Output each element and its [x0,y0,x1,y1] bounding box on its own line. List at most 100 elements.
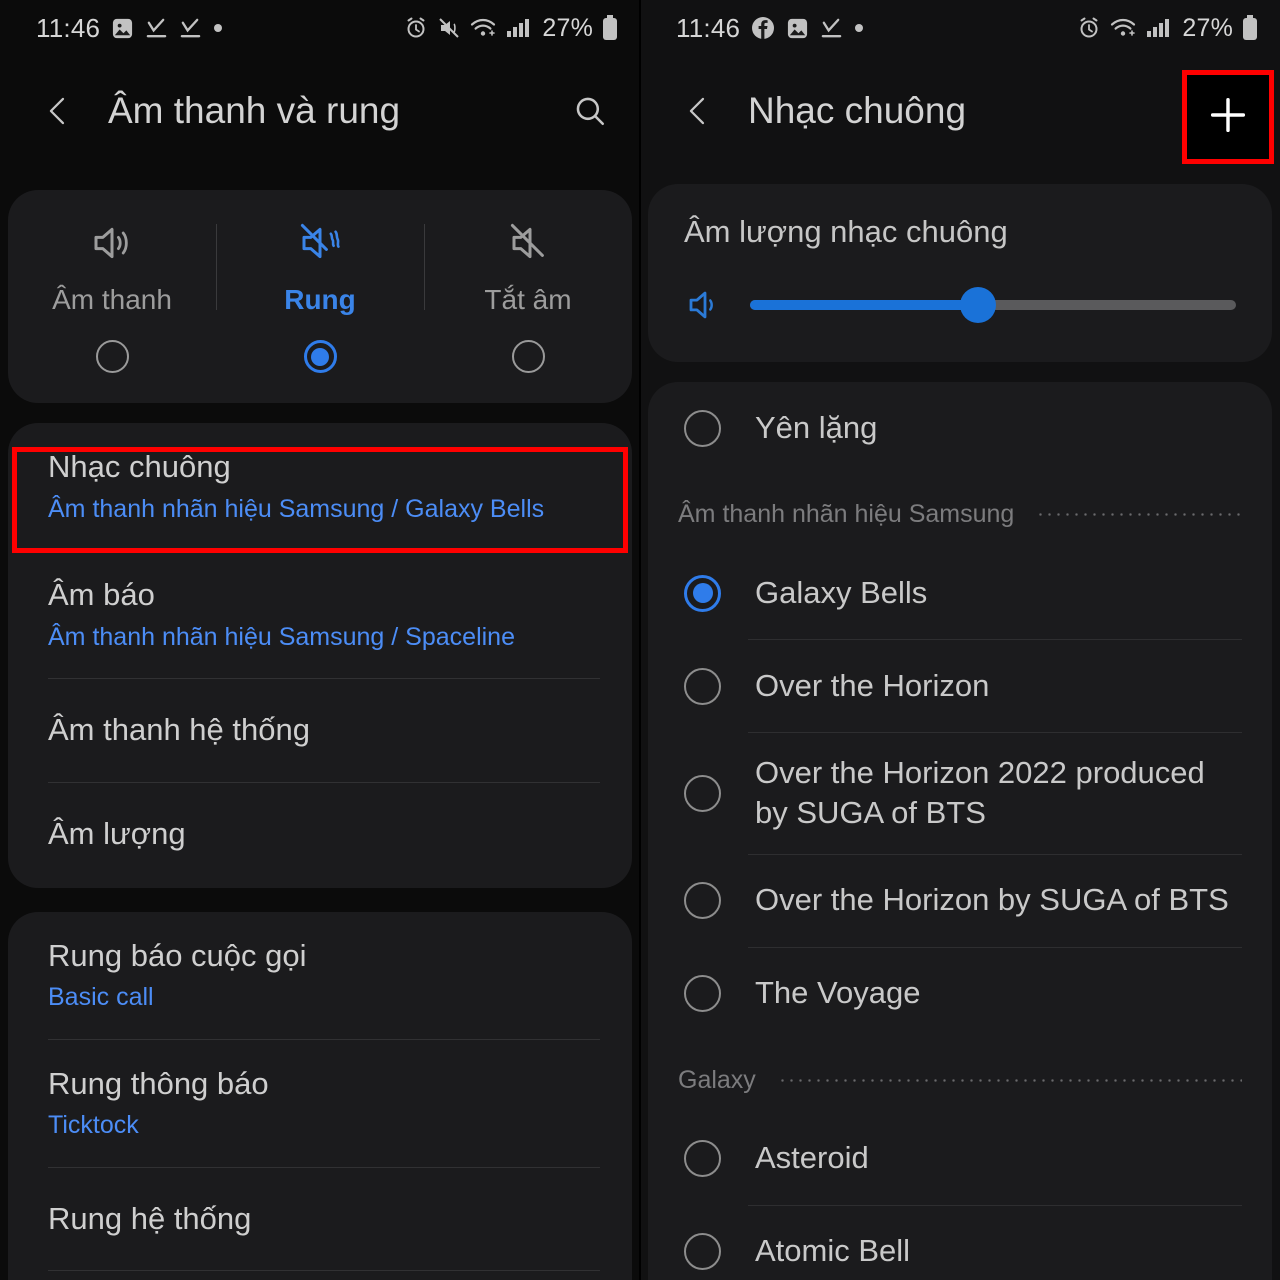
back-icon[interactable] [674,87,722,135]
ringtone-label: The Voyage [755,975,921,1011]
sound-mode-card: Âm thanh Rung Tắt âm [8,190,632,403]
panel-divider [639,0,641,1280]
radio-mute[interactable] [511,340,545,373]
ringtone-option-row[interactable]: The Voyage [648,948,1272,1040]
item-title: Rung hệ thống [48,1200,252,1236]
ringtone-list-card: Yên lặng Âm thanh nhãn hiệu Samsung Galaxy… [648,382,1272,1280]
radio-unselected[interactable] [684,774,721,812]
volume-title: Âm lượng nhạc chuông [684,214,1008,249]
sound-mode-mute[interactable]: Tắt âm [424,216,632,316]
battery-percent: 27% [1182,13,1233,42]
status-time: 11:46 [36,12,101,43]
settings-item-notification-vibration[interactable]: Rung thông báo Ticktock [8,1040,632,1167]
settings-item-ringtone[interactable]: Nhạc chuông Âm thanh nhãn hiệu Samsung /… [8,423,632,550]
back-icon[interactable] [34,87,82,135]
sound-mode-options: Âm thanh Rung Tắt âm [8,216,632,316]
item-title: Rung báo cuộc gọi [48,937,307,973]
settings-item-volume[interactable]: Âm lượng [8,783,632,888]
dot-icon [213,23,223,33]
ringtone-option-row[interactable]: Galaxy Bells [648,547,1272,639]
sound-mode-radios [8,340,632,373]
search-icon[interactable] [566,87,614,135]
alarm-icon [404,16,428,40]
plus-icon [1205,92,1251,143]
alarm-icon [1077,16,1101,40]
sound-mode-vibrate[interactable]: Rung [216,216,424,316]
wifi-icon [470,16,496,40]
vibrate-icon [296,216,344,270]
check-download-icon [179,17,202,40]
status-bar-right: 11:46 27% [640,0,1280,56]
ringtone-label: Over the Horizon 2022 produced by SUGA o… [755,755,1205,831]
ringtone-label: Asteroid [755,1140,869,1176]
ringtone-option-row[interactable]: Asteroid [648,1113,1272,1205]
radio-sound[interactable] [95,340,129,373]
volume-slider-row[interactable] [684,284,1236,326]
dotted-rule [1036,513,1242,516]
radio-vibrate-selected[interactable] [303,340,337,373]
radio-unselected[interactable] [684,1140,721,1178]
settings-item-system-vibration[interactable]: Rung hệ thống [8,1168,632,1271]
status-time: 11:46 [676,12,741,43]
ringtone-option-row[interactable]: Over the Horizon by SUGA of BTS [648,855,1272,947]
photo-icon [786,17,809,40]
ringtone-label: Yên lặng [755,409,878,445]
volume-slider-track[interactable] [750,287,1236,323]
check-download-icon [820,17,843,40]
ringtone-option-row[interactable]: Yên lặng [648,382,1272,474]
radio-selected[interactable] [684,574,721,612]
ringtone-option-row[interactable]: Over the Horizon 2022 produced by SUGA o… [648,733,1272,854]
status-bar-left: 11:46 27% [0,0,640,56]
signal-icon [1145,16,1171,40]
dot-icon [854,23,864,33]
settings-item-system-sound[interactable]: Âm thanh hệ thống [8,679,632,782]
ringtone-label: Over the Horizon [755,667,990,703]
radio-cell-vibrate[interactable] [216,340,424,373]
radio-unselected[interactable] [684,667,721,705]
settings-item-vibration-intensity[interactable]: Cường độ rung [8,1271,632,1280]
volume-on-icon [88,216,136,270]
volume-on-icon [684,284,738,326]
app-bar-right: Nhạc chuông [640,56,1280,166]
check-download-icon [145,17,168,40]
ringtone-label: Atomic Bell [755,1233,911,1269]
battery-percent: 27% [542,13,593,42]
mute-mode-label: Tắt âm [484,284,572,315]
ringtone-label: Over the Horizon by SUGA of BTS [755,882,1229,918]
volume-mute-icon [504,216,552,270]
section-label: Âm thanh nhãn hiệu Samsung [678,500,1015,528]
facebook-icon [751,16,775,40]
ringtone-section-header: Âm thanh nhãn hiệu Samsung [648,474,1272,547]
item-subtitle: Ticktock [48,1111,139,1140]
radio-unselected[interactable] [684,409,721,447]
battery-icon [1242,15,1258,41]
page-title: Âm thanh và rung [108,90,401,131]
mute-icon [437,16,461,40]
page-title: Nhạc chuông [748,90,967,131]
ringtone-label: Galaxy Bells [755,574,928,610]
photo-icon [111,17,134,40]
right-screen-ringtone-picker: 11:46 27% Nhạc chuông Âm lượng nhạc chuô… [640,0,1280,1280]
section-label: Galaxy [678,1065,756,1094]
sound-mode-label: Âm thanh [52,284,172,315]
item-subtitle: Basic call [48,983,154,1012]
ringtone-option-row[interactable]: Atomic Bell [648,1206,1272,1280]
volume-slider-thumb[interactable] [960,287,997,323]
ringtone-option-row[interactable]: Over the Horizon [648,640,1272,732]
dual-screenshot: 11:46 27% Âm thanh và rung Âm thanh Rung… [0,0,1280,1280]
radio-unselected[interactable] [684,882,721,920]
radio-cell-mute[interactable] [424,340,632,373]
add-ringtone-button[interactable] [1182,70,1274,164]
radio-unselected[interactable] [684,975,721,1013]
radio-unselected[interactable] [684,1233,721,1271]
sound-mode-sound[interactable]: Âm thanh [8,216,216,316]
item-title: Rung thông báo [48,1065,269,1101]
dotted-rule [777,1078,1242,1082]
ringtone-volume-card: Âm lượng nhạc chuông [648,184,1272,362]
settings-item-call-vibration[interactable]: Rung báo cuộc gọi Basic call [8,912,632,1039]
item-subtitle: Âm thanh nhãn hiệu Samsung / Spaceline [48,622,515,651]
settings-item-notification-sound[interactable]: Âm báo Âm thanh nhãn hiệu Samsung / Spac… [8,551,632,678]
radio-cell-sound[interactable] [8,340,216,373]
wifi-icon [1110,16,1136,40]
item-title: Âm báo [48,577,155,612]
